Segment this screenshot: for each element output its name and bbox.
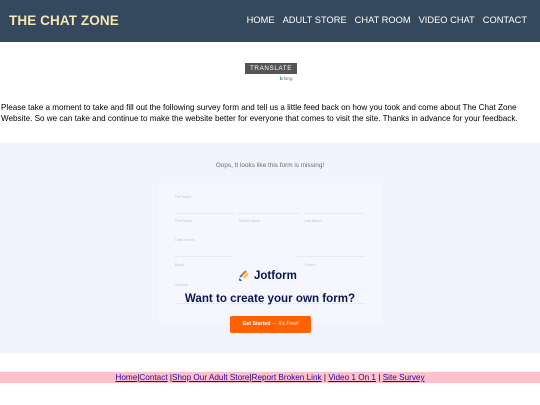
translate-widget: TRANSLATE bbing <box>245 63 297 81</box>
translate-button[interactable]: TRANSLATE <box>245 63 297 74</box>
ghost-label: Middle Name <box>239 219 261 223</box>
ghost-label: Full Name <box>175 195 192 199</box>
nav-home[interactable]: HOME <box>247 15 275 25</box>
ghost-line <box>297 256 365 257</box>
jotform-logo-icon <box>239 270 249 281</box>
footer-link-home[interactable]: Home <box>115 373 137 382</box>
intro-text: Please take a moment to take and fill ou… <box>1 103 518 123</box>
nav-chat-room[interactable]: CHAT ROOM <box>355 15 411 25</box>
nav-adult-store[interactable]: ADULT STORE <box>283 15 347 25</box>
get-started-button[interactable]: Get Started — It's Free! <box>230 316 311 333</box>
footer-link-adult-store[interactable]: Shop Our Adult Store <box>172 373 249 382</box>
ghost-line <box>175 213 235 214</box>
ghost-label: Email <box>175 263 184 267</box>
footer-separator: | <box>378 373 381 382</box>
footer-link-site-survey[interactable]: Site Survey <box>383 373 425 382</box>
ghost-line <box>239 213 299 214</box>
ghost-label: Address <box>175 283 189 287</box>
nav-video-chat[interactable]: VIDEO CHAT <box>419 15 475 25</box>
site-header: THE CHAT ZONE HOME ADULT STORE CHAT ROOM… <box>0 0 540 42</box>
ghost-label: Last Name <box>304 219 322 223</box>
main-nav: HOME ADULT STORE CHAT ROOM VIDEO CHAT CO… <box>239 15 527 25</box>
site-title: THE CHAT ZONE <box>9 13 119 28</box>
ghost-label: First Name <box>175 219 193 223</box>
bing-logo-icon: b <box>280 76 283 81</box>
footer-separator: | <box>323 373 327 382</box>
jotform-brand-label: Jotform <box>254 269 297 282</box>
ghost-label: Phone <box>305 263 316 267</box>
get-started-label: Get Started <box>242 321 271 327</box>
jotform-logo: Jotform <box>238 269 297 282</box>
footer-links: Home|Contact |Shop Our Adult Store|Repor… <box>0 372 540 383</box>
footer-link-video[interactable]: Video 1 On 1 <box>328 373 376 382</box>
nav-contact[interactable]: CONTACT <box>483 15 527 25</box>
bing-attribution: bbing <box>280 76 293 81</box>
bing-label: bing <box>283 76 293 81</box>
ghost-line <box>175 256 233 257</box>
cta-headline: Want to create your own form? <box>184 292 356 305</box>
ghost-label: Date of birth <box>175 238 195 242</box>
ghost-line <box>304 213 364 214</box>
get-started-sublabel: — It's Free! <box>271 321 299 327</box>
footer-link-contact[interactable]: Contact <box>139 373 167 382</box>
footer-link-report-broken[interactable]: Report Broken Link <box>252 373 322 382</box>
form-missing-message: Oops, It looks like this form is missing… <box>215 162 325 169</box>
